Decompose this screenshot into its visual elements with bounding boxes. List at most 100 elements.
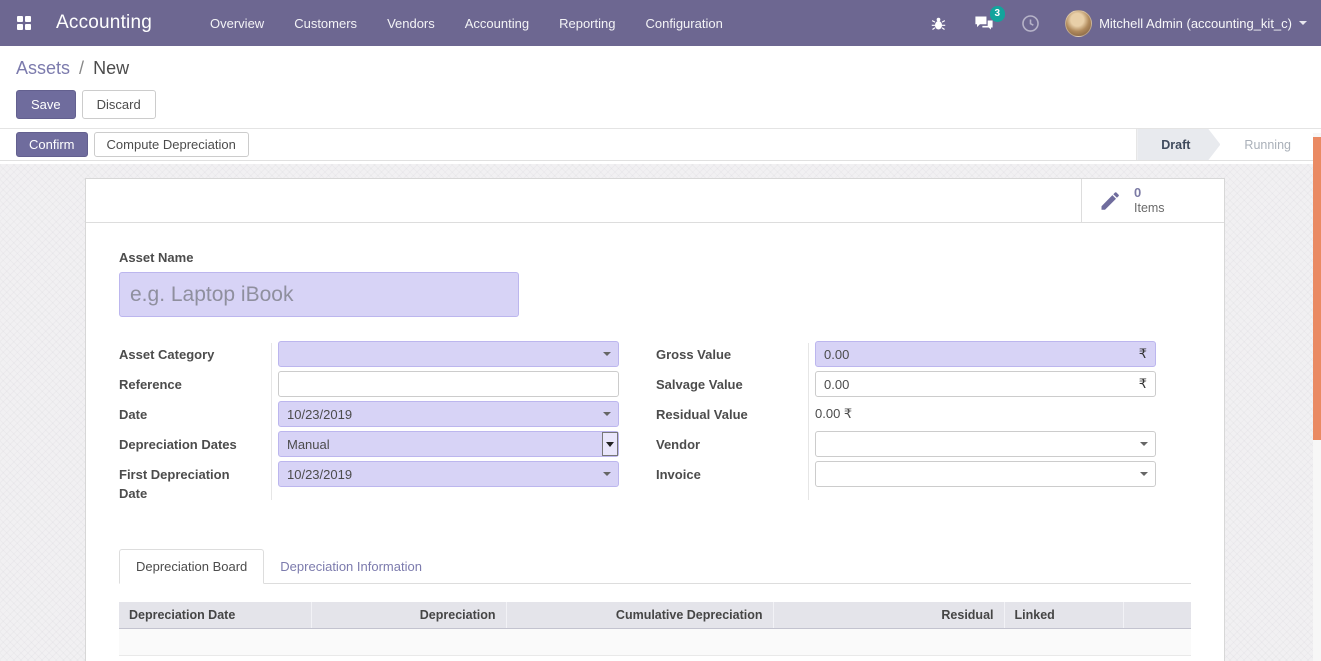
- salvage-value-label: Salvage Value: [656, 371, 808, 395]
- tab-depreciation-board[interactable]: Depreciation Board: [119, 549, 264, 584]
- pencil-icon: [1098, 189, 1122, 213]
- asset-name-input[interactable]: [119, 272, 519, 317]
- vendor-input[interactable]: [815, 431, 1156, 457]
- left-column: Asset Category Reference: [119, 341, 619, 504]
- date-input[interactable]: 10/23/2019: [278, 401, 619, 427]
- user-name-label: Mitchell Admin (accounting_kit_c): [1099, 16, 1292, 31]
- compute-depreciation-button[interactable]: Compute Depreciation: [94, 132, 249, 157]
- salvage-value-input[interactable]: 0.00 ₹: [815, 371, 1156, 397]
- debug-bug-icon[interactable]: [927, 12, 949, 34]
- avatar: [1065, 10, 1092, 37]
- menu-customers[interactable]: Customers: [294, 16, 357, 31]
- right-column: Gross Value 0.00 ₹ Salvage Value: [656, 341, 1156, 504]
- col-linked[interactable]: Linked: [1004, 602, 1123, 629]
- menu-configuration[interactable]: Configuration: [645, 16, 722, 31]
- depreciation-dates-select[interactable]: Manual: [278, 431, 619, 457]
- form-columns: Asset Category Reference: [119, 341, 1191, 504]
- accounting-asset-form-screen: Accounting Overview Customers Vendors Ac…: [0, 0, 1321, 661]
- breadcrumb-assets-link[interactable]: Assets: [16, 58, 70, 78]
- asset-category-input[interactable]: [278, 341, 619, 367]
- messages-menu[interactable]: 3: [973, 12, 995, 34]
- apps-menu-icon[interactable]: [8, 7, 40, 39]
- residual-value-text: 0.00 ₹: [815, 401, 852, 422]
- discard-button[interactable]: Discard: [82, 90, 156, 119]
- field-date: Date 10/23/2019: [119, 401, 619, 431]
- state-running[interactable]: Running: [1220, 129, 1313, 160]
- first-depreciation-date-input[interactable]: 10/23/2019: [278, 461, 619, 487]
- field-vendor: Vendor: [656, 431, 1156, 461]
- vendor-label: Vendor: [656, 431, 808, 455]
- sheet-header: 0 Items: [86, 179, 1224, 223]
- field-reference: Reference: [119, 371, 619, 401]
- asset-category-widget: [278, 341, 619, 367]
- depreciation-dates-widget: Manual: [278, 431, 619, 457]
- chevron-down-icon[interactable]: [603, 412, 611, 416]
- field-invoice: Invoice: [656, 461, 1156, 491]
- chevron-down-icon[interactable]: [1140, 472, 1148, 476]
- user-menu[interactable]: Mitchell Admin (accounting_kit_c): [1065, 10, 1307, 37]
- confirm-button[interactable]: Confirm: [16, 132, 88, 157]
- menu-vendors[interactable]: Vendors: [387, 16, 435, 31]
- col-residual[interactable]: Residual: [773, 602, 1004, 629]
- control-panel: Assets / New Save Discard: [0, 46, 1321, 129]
- systray: 3 Mitchell Admin (accounting_kit_c): [927, 10, 1307, 37]
- statusbar: Confirm Compute Depreciation Draft Runni…: [0, 129, 1321, 161]
- col-depreciation[interactable]: Depreciation: [311, 602, 506, 629]
- form-sheet: 0 Items Asset Name Asset Category: [85, 178, 1225, 661]
- chevron-down-icon: [1299, 21, 1307, 25]
- reference-widget: [278, 371, 619, 397]
- items-stat-button[interactable]: 0 Items: [1081, 179, 1224, 223]
- invoice-input[interactable]: [815, 461, 1156, 487]
- gross-value-label: Gross Value: [656, 341, 808, 365]
- items-label: Items: [1134, 201, 1165, 215]
- salvage-value-amount: 0.00: [824, 377, 849, 392]
- chevron-down-icon[interactable]: [603, 352, 611, 356]
- asset-name-label: Asset Name: [119, 250, 1191, 265]
- gross-value-widget: 0.00 ₹: [815, 341, 1156, 367]
- top-navbar: Accounting Overview Customers Vendors Ac…: [0, 0, 1321, 46]
- gross-value-input[interactable]: 0.00 ₹: [815, 341, 1156, 367]
- date-widget: 10/23/2019: [278, 401, 619, 427]
- items-count: 0: [1134, 186, 1165, 201]
- col-depreciation-date[interactable]: Depreciation Date: [119, 602, 311, 629]
- table-empty-row[interactable]: [119, 629, 1191, 656]
- state-draft[interactable]: Draft: [1137, 129, 1220, 160]
- vendor-widget: [815, 431, 1156, 457]
- form-body: Asset Name Asset Category: [86, 223, 1224, 504]
- chevron-down-icon[interactable]: [603, 472, 611, 476]
- table-empty-row[interactable]: [119, 656, 1191, 661]
- bug-icon: [930, 15, 947, 32]
- stat-text: 0 Items: [1134, 186, 1165, 215]
- app-title[interactable]: Accounting: [56, 12, 152, 34]
- activities-menu[interactable]: [1019, 12, 1041, 34]
- field-gross-value: Gross Value 0.00 ₹: [656, 341, 1156, 371]
- statusbar-buttons: Confirm Compute Depreciation: [16, 132, 249, 157]
- breadcrumb-separator: /: [79, 58, 84, 78]
- menu-accounting[interactable]: Accounting: [465, 16, 529, 31]
- col-cumulative-depreciation[interactable]: Cumulative Depreciation: [506, 602, 773, 629]
- scrollbar-thumb[interactable]: [1313, 137, 1321, 440]
- chevron-down-icon: [606, 442, 614, 447]
- column-divider: [808, 343, 809, 500]
- vertical-scrollbar: [1313, 133, 1321, 661]
- main-menu: Overview Customers Vendors Accounting Re…: [210, 16, 723, 31]
- menu-overview[interactable]: Overview: [210, 16, 264, 31]
- table-header-row: Depreciation Date Depreciation Cumulativ…: [119, 602, 1191, 629]
- chevron-down-icon[interactable]: [1140, 442, 1148, 446]
- first-depreciation-date-label: First Depreciation Date: [119, 461, 271, 504]
- menu-reporting[interactable]: Reporting: [559, 16, 615, 31]
- salvage-value-widget: 0.00 ₹: [815, 371, 1156, 397]
- reference-label: Reference: [119, 371, 271, 395]
- select-dropdown-button[interactable]: [602, 432, 618, 456]
- field-residual-value: Residual Value 0.00 ₹: [656, 401, 1156, 431]
- save-button[interactable]: Save: [16, 90, 76, 119]
- gross-value-amount: 0.00: [824, 347, 849, 362]
- breadcrumb: Assets / New: [16, 58, 1305, 79]
- field-first-depreciation-date: First Depreciation Date 10/23/2019: [119, 461, 619, 504]
- column-divider: [271, 343, 272, 500]
- asset-category-label: Asset Category: [119, 341, 271, 365]
- content-area: 0 Items Asset Name Asset Category: [0, 164, 1313, 661]
- reference-input[interactable]: [278, 371, 619, 397]
- col-empty: [1123, 602, 1191, 629]
- tab-depreciation-information[interactable]: Depreciation Information: [264, 550, 438, 583]
